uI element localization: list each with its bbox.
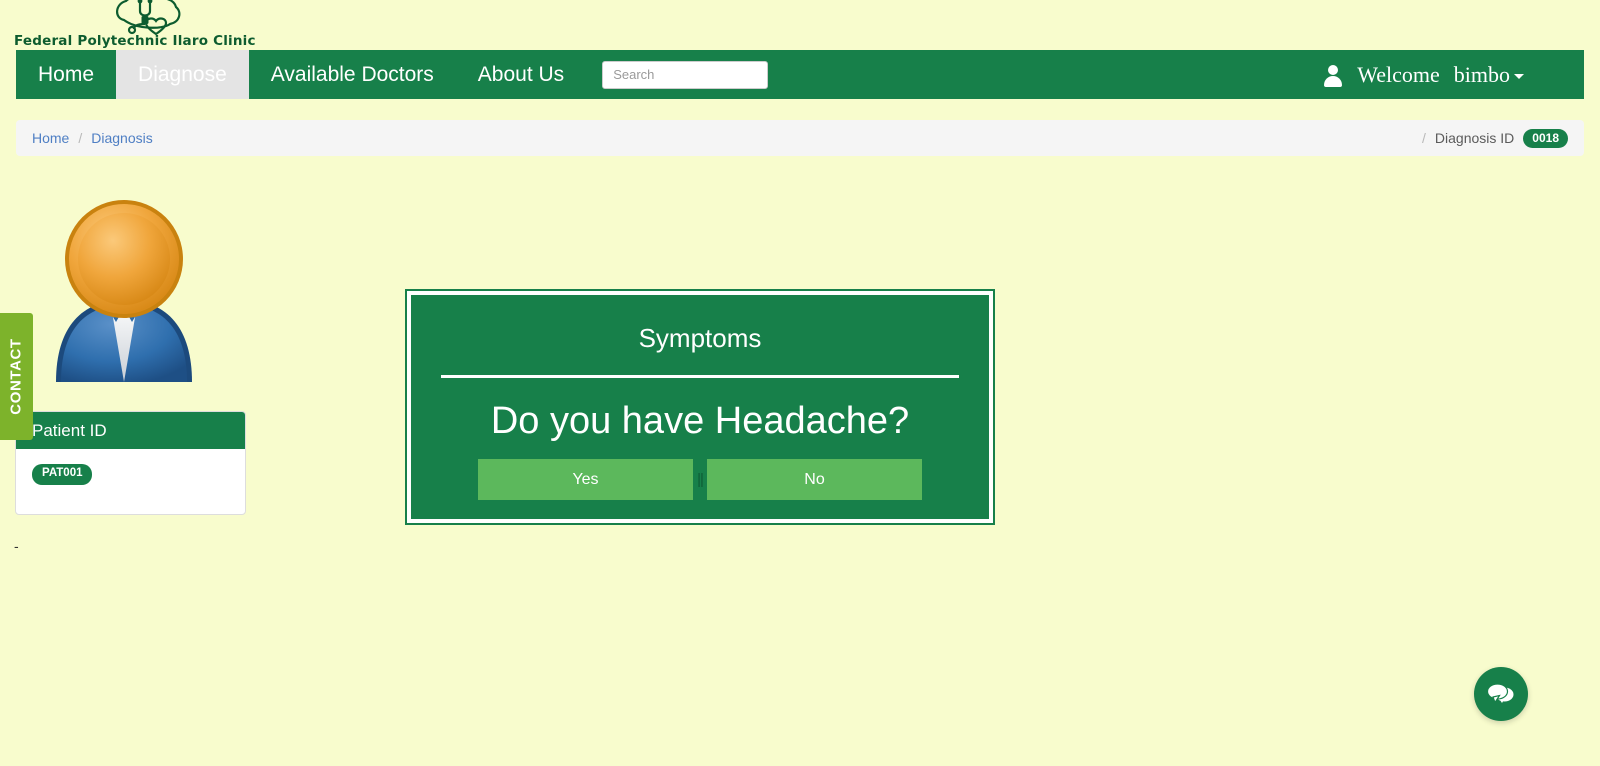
symptoms-card: Symptoms Do you have Headache? Yes || No [405, 289, 995, 525]
brand-header: Federal Polytechnic Ilaro Clinic [14, 0, 274, 50]
nav-item-diagnose[interactable]: Diagnose [116, 50, 249, 99]
contact-side-tab[interactable]: CONTACT [0, 313, 33, 440]
welcome-label: Welcome [1357, 61, 1440, 87]
symptoms-card-title: Symptoms [638, 323, 762, 353]
user-icon [1323, 64, 1343, 87]
answer-yes-button[interactable]: Yes [478, 459, 693, 500]
answer-separator: || [697, 471, 704, 488]
breadcrumb-right-separator: / [1422, 130, 1426, 146]
nav-item-home[interactable]: Home [16, 50, 116, 99]
breadcrumb-item-home[interactable]: Home [32, 130, 69, 146]
breadcrumb-separator: / [78, 130, 83, 146]
chat-button[interactable] [1474, 667, 1528, 721]
patient-id-card: Patient ID PAT001 [15, 411, 246, 515]
user-name-label: bimbo [1453, 61, 1510, 87]
symptoms-card-divider [441, 375, 959, 378]
contact-side-tab-label: CONTACT [8, 338, 26, 415]
patient-id-card-body: PAT001 [16, 449, 245, 499]
breadcrumb: Home / Diagnosis / Diagnosis ID 0018 [16, 120, 1584, 156]
patient-trailing-text: - [14, 538, 19, 554]
main-navbar: Home Diagnose Available Doctors About Us… [16, 50, 1584, 99]
chevron-down-icon [1514, 74, 1524, 79]
symptoms-card-inner: Symptoms Do you have Headache? Yes || No [413, 297, 987, 517]
breadcrumb-item-diagnosis[interactable]: Diagnosis [91, 130, 152, 146]
chat-bubbles-icon [1487, 683, 1514, 704]
nav-search-container [586, 50, 769, 99]
patient-avatar [48, 196, 200, 382]
diagnosis-id-badge: 0018 [1523, 128, 1568, 148]
nav-item-available-doctors[interactable]: Available Doctors [249, 50, 456, 99]
search-input[interactable] [602, 60, 769, 89]
diagnosis-id-label: Diagnosis ID [1434, 130, 1515, 146]
navbar-user-area: Welcome bimbo [1323, 50, 1584, 99]
symptom-answer-row: Yes || No [413, 459, 987, 500]
patient-id-card-title: Patient ID [16, 412, 245, 449]
breadcrumb-right-group: / Diagnosis ID 0018 [1413, 128, 1568, 148]
symptom-question: Do you have Headache? [490, 400, 910, 442]
brand-name: Federal Polytechnic Ilaro Clinic [14, 33, 256, 49]
answer-no-button[interactable]: No [707, 459, 922, 500]
user-menu-dropdown[interactable]: bimbo [1454, 62, 1524, 88]
patient-id-badge: PAT001 [32, 464, 93, 485]
nav-item-about-us[interactable]: About Us [456, 50, 586, 99]
